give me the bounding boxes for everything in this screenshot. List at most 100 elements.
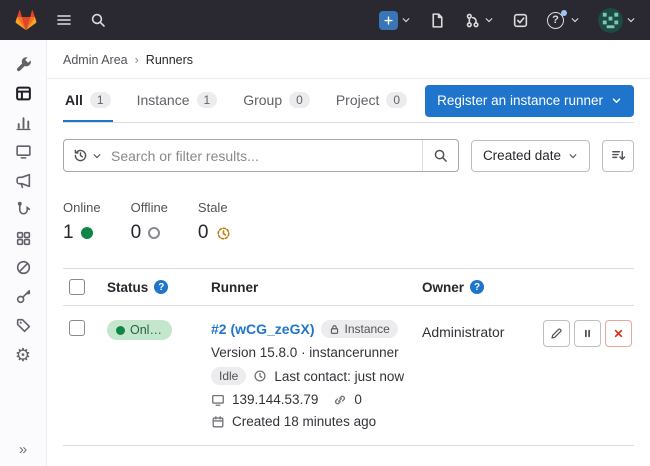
row-actions bbox=[542, 320, 634, 347]
online-dot-icon bbox=[116, 326, 125, 335]
sidebar-item-monitoring[interactable] bbox=[5, 137, 41, 166]
owner-help-icon[interactable]: ? bbox=[470, 280, 484, 294]
runners-table: Status ? Runner Owner ? bbox=[63, 268, 634, 446]
merge-request-icon bbox=[464, 12, 481, 29]
sort-field-dropdown[interactable]: Created date bbox=[471, 140, 590, 172]
close-icon bbox=[612, 327, 625, 340]
chevron-down-icon bbox=[401, 15, 411, 25]
pause-runner-button[interactable] bbox=[574, 320, 601, 347]
runner-version-line: Version 15.8.0 · instancerunner bbox=[211, 345, 399, 360]
megaphone-icon bbox=[15, 172, 32, 189]
tab-instance[interactable]: Instance 1 bbox=[135, 79, 220, 122]
sort-direction-button[interactable] bbox=[602, 140, 634, 172]
gitlab-logo[interactable] bbox=[12, 7, 40, 34]
sidebar-item-system-hooks[interactable] bbox=[5, 195, 41, 224]
merge-requests-button[interactable] bbox=[462, 10, 496, 31]
navbar-right: ? bbox=[377, 6, 638, 35]
link-icon bbox=[333, 393, 347, 407]
stat-value: 0 bbox=[131, 222, 142, 244]
search-history-button[interactable] bbox=[64, 140, 111, 171]
todos-button[interactable] bbox=[510, 10, 531, 31]
sidebar-item-labels[interactable] bbox=[5, 311, 41, 340]
bar-chart-icon bbox=[15, 114, 32, 131]
table-header-row: Status ? Runner Owner ? bbox=[63, 268, 634, 306]
stat-stale: Stale 0 bbox=[198, 200, 231, 244]
online-status-icon bbox=[81, 227, 93, 239]
tab-project[interactable]: Project 0 bbox=[334, 79, 409, 122]
tab-count-badge: 1 bbox=[197, 92, 218, 108]
gitlab-admin-runners-page: ? bbox=[0, 0, 650, 466]
sort-direction-icon bbox=[611, 148, 626, 163]
sidebar-item-deploy-keys[interactable] bbox=[5, 282, 41, 311]
tab-group[interactable]: Group 0 bbox=[241, 79, 312, 122]
tab-count-badge: 0 bbox=[386, 92, 407, 108]
select-all-checkbox[interactable] bbox=[69, 279, 85, 295]
navbar-search-button[interactable] bbox=[88, 10, 108, 30]
sidebar-item-runners[interactable] bbox=[5, 79, 41, 108]
history-clock-icon bbox=[73, 148, 88, 163]
pause-icon bbox=[581, 327, 594, 340]
stat-label: Online bbox=[63, 200, 101, 215]
admin-sidebar: ⚙ » bbox=[0, 40, 47, 466]
search-input[interactable] bbox=[111, 148, 422, 164]
owner-column-header: Owner bbox=[422, 280, 464, 295]
sidebar-item-analytics[interactable] bbox=[5, 108, 41, 137]
sidebar-item-messages[interactable] bbox=[5, 166, 41, 195]
tab-label: Project bbox=[336, 92, 380, 108]
stat-label: Offline bbox=[131, 200, 168, 215]
filter-row: Created date bbox=[63, 139, 634, 172]
search-icon bbox=[90, 12, 106, 28]
owner-link[interactable]: Administrator bbox=[422, 324, 504, 340]
hamburger-menu-button[interactable] bbox=[54, 10, 74, 30]
sidebar-collapse-button[interactable]: » bbox=[19, 441, 27, 458]
runner-link[interactable]: #2 (wCG_zeGX) bbox=[211, 321, 314, 337]
register-button-label: Register an instance runner bbox=[437, 93, 603, 108]
edit-runner-button[interactable] bbox=[543, 320, 570, 347]
chevron-down-icon bbox=[92, 151, 102, 161]
search-submit-button[interactable] bbox=[422, 140, 458, 171]
hook-icon bbox=[15, 201, 32, 218]
runner-type-label: Instance bbox=[344, 322, 389, 336]
runner-type-tabs: All 1 Instance 1 Group 0 Project bbox=[63, 79, 409, 122]
stat-online: Online 1 bbox=[63, 200, 101, 244]
stat-label: Stale bbox=[198, 200, 231, 215]
breadcrumb-admin-area[interactable]: Admin Area bbox=[63, 53, 128, 67]
key-icon bbox=[15, 288, 32, 305]
stat-value: 1 bbox=[63, 222, 74, 244]
row-checkbox[interactable] bbox=[69, 320, 85, 336]
lock-icon bbox=[329, 324, 340, 335]
filtered-search bbox=[63, 139, 459, 172]
main-content: Admin Area › Runners All 1 Instance 1 bbox=[47, 40, 650, 466]
delete-runner-button[interactable] bbox=[605, 320, 632, 347]
tab-all[interactable]: All 1 bbox=[63, 79, 113, 122]
status-help-icon[interactable]: ? bbox=[154, 280, 168, 294]
sidebar-item-abuse-reports[interactable] bbox=[5, 253, 41, 282]
runners-content: All 1 Instance 1 Group 0 Project bbox=[47, 79, 650, 466]
runner-column-header: Runner bbox=[211, 280, 258, 295]
tab-count-badge: 0 bbox=[289, 92, 310, 108]
issues-button[interactable] bbox=[427, 10, 448, 31]
sidebar-item-applications[interactable] bbox=[5, 224, 41, 253]
status-column-header: Status bbox=[107, 280, 148, 295]
tag-icon bbox=[15, 317, 32, 334]
calendar-icon bbox=[211, 415, 225, 429]
search-icon bbox=[433, 148, 448, 163]
pencil-icon bbox=[550, 327, 563, 340]
sidebar-item-overview[interactable] bbox=[5, 50, 41, 79]
new-menu-button[interactable] bbox=[377, 9, 413, 32]
sidebar-item-settings[interactable]: ⚙ bbox=[5, 340, 41, 369]
tab-label: Group bbox=[243, 92, 282, 108]
last-contact-text: Last contact: just now bbox=[274, 369, 404, 384]
register-instance-runner-button[interactable]: Register an instance runner bbox=[425, 85, 634, 117]
help-menu-button[interactable]: ? bbox=[545, 10, 582, 31]
gear-icon: ⚙ bbox=[15, 346, 31, 364]
hamburger-icon bbox=[56, 12, 72, 28]
status-badge: Online bbox=[107, 320, 172, 340]
apps-grid-icon bbox=[15, 230, 32, 247]
tab-label: All bbox=[65, 92, 83, 108]
wrench-icon bbox=[15, 56, 32, 73]
chevron-down-icon bbox=[626, 15, 636, 25]
stale-clock-icon bbox=[216, 226, 231, 241]
plus-square-icon bbox=[379, 11, 398, 30]
user-menu-button[interactable] bbox=[596, 6, 638, 35]
